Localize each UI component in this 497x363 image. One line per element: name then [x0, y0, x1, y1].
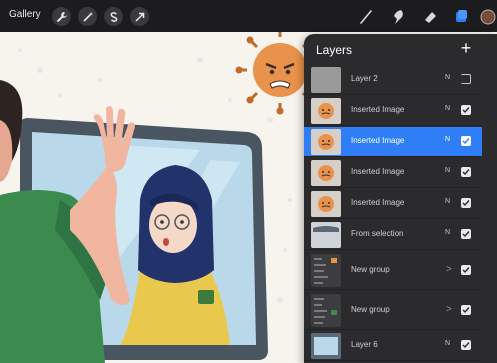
- layer-row[interactable]: Inserted Image N: [304, 96, 482, 126]
- visibility-checkbox[interactable]: [461, 340, 471, 350]
- visibility-checkbox[interactable]: [461, 136, 471, 146]
- visibility-checkbox[interactable]: [461, 265, 471, 275]
- group-thumbnail: [311, 254, 341, 287]
- virus-icon: [311, 129, 341, 155]
- layer-thumbnail: [311, 222, 341, 248]
- layer-thumbnail: [311, 98, 341, 124]
- group-preview-icon: [314, 258, 337, 284]
- layer-name: Inserted Image: [351, 136, 405, 145]
- virus-icon: [311, 98, 341, 124]
- selection-icon[interactable]: [104, 7, 123, 26]
- layer-row[interactable]: From selection N: [304, 220, 482, 250]
- layers-header: Layers +: [304, 34, 497, 65]
- blend-mode-button[interactable]: N: [445, 167, 450, 174]
- group-thumbnail: [311, 294, 341, 327]
- window-thumbnail-icon: [311, 333, 341, 359]
- blend-mode-button[interactable]: N: [445, 105, 450, 112]
- add-layer-button[interactable]: +: [455, 37, 477, 61]
- layer-row[interactable]: Layer 2 N: [304, 65, 482, 95]
- visibility-checkbox[interactable]: [461, 74, 471, 84]
- blend-mode-button[interactable]: N: [445, 229, 450, 236]
- gallery-button[interactable]: Gallery: [9, 9, 41, 20]
- window-thumbnail-icon: [311, 222, 341, 248]
- virus-icon: [311, 191, 341, 217]
- layer-thumbnail: [311, 160, 341, 186]
- eraser-icon[interactable]: [420, 7, 440, 27]
- layer-thumbnail: [311, 67, 341, 93]
- layers-title: Layers: [316, 43, 353, 57]
- brush-icon[interactable]: [356, 7, 376, 27]
- blend-mode-button[interactable]: N: [445, 74, 450, 81]
- blend-mode-button[interactable]: N: [445, 136, 450, 143]
- layer-name: New group: [351, 305, 390, 314]
- color-icon[interactable]: [478, 7, 497, 27]
- layer-thumbnail: [311, 129, 341, 155]
- visibility-checkbox[interactable]: [461, 105, 471, 115]
- expand-chevron-icon[interactable]: >: [446, 304, 452, 315]
- blend-mode-button[interactable]: N: [445, 340, 450, 347]
- layers-panel: Layers + Layer 2 N Inserted Image N Inse…: [304, 34, 497, 363]
- move-arrow-icon[interactable]: [130, 7, 149, 26]
- layer-name: From selection: [351, 229, 404, 238]
- wrench-icon[interactable]: [52, 7, 71, 26]
- layer-row[interactable]: Layer 6 N: [304, 331, 482, 361]
- smudge-icon[interactable]: [388, 7, 408, 27]
- layer-name: Layer 6: [351, 340, 378, 349]
- layers-icon[interactable]: [451, 7, 471, 27]
- layer-row-selected[interactable]: Inserted Image N: [304, 127, 482, 157]
- blend-mode-button[interactable]: N: [445, 198, 450, 205]
- layer-name: Layer 2: [351, 74, 378, 83]
- visibility-checkbox[interactable]: [461, 167, 471, 177]
- group-row[interactable]: New group >: [304, 251, 482, 290]
- visibility-checkbox[interactable]: [461, 305, 471, 315]
- layer-row[interactable]: Inserted Image N: [304, 158, 482, 188]
- group-preview-icon: [314, 298, 337, 324]
- layer-thumbnail: [311, 333, 341, 359]
- magic-wand-icon[interactable]: [78, 7, 97, 26]
- expand-chevron-icon[interactable]: >: [446, 264, 452, 275]
- visibility-checkbox[interactable]: [461, 198, 471, 208]
- layer-name: New group: [351, 265, 390, 274]
- layer-name: Inserted Image: [351, 105, 405, 114]
- layer-name: Inserted Image: [351, 198, 405, 207]
- layer-row[interactable]: Inserted Image N: [304, 189, 482, 219]
- layer-name: Inserted Image: [351, 167, 405, 176]
- layer-thumbnail: [311, 191, 341, 217]
- group-row[interactable]: New group >: [304, 291, 482, 330]
- visibility-checkbox[interactable]: [461, 229, 471, 239]
- top-toolbar: Gallery: [0, 0, 497, 32]
- virus-icon: [311, 160, 341, 186]
